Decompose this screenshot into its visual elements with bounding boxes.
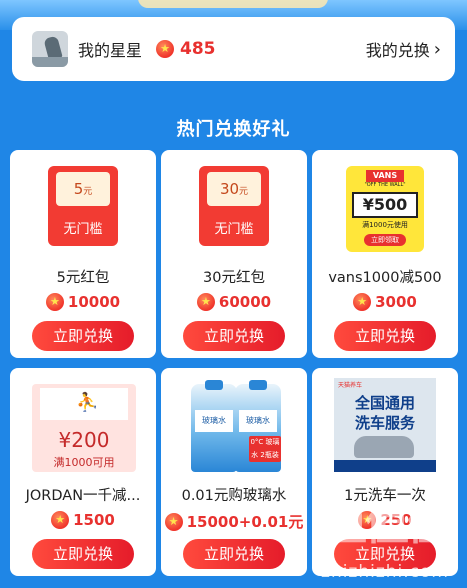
product-name: JORDAN一千减... [25,488,141,504]
product-card[interactable]: 5元 无门槛 5元红包 ★ 10000 立即兑换 [10,150,156,358]
product-card[interactable]: VANS "OFF THE WALL" ¥500 满1000元使用 立即领取 v… [312,150,458,358]
price-value: 15000+0.01元 [186,513,304,531]
redeem-button[interactable]: 立即兑换 [183,539,285,569]
coupon-amount: 30 [219,180,240,198]
banner-line-2: 洗车服务 [354,414,415,432]
coupon-unit: 元 [239,187,249,197]
bottle-image: 玻璃水 [191,380,237,472]
coupon-condition: 满1000元使用 [362,221,408,229]
product-card[interactable]: 玻璃水 玻璃水 0°C 玻璃水 2瓶装 0.01元购玻璃水 ★ 15000+0.… [161,368,307,576]
bottle-label: 玻璃水 [195,410,233,432]
price-value: 60000 [218,293,272,311]
red-envelope-coupon: 5元 无门槛 [48,166,118,246]
product-image: 玻璃水 玻璃水 0°C 玻璃水 2瓶装 [161,368,307,473]
vans-coupon: VANS "OFF THE WALL" ¥500 满1000元使用 立即领取 [346,166,424,252]
product-image: ⛹ ¥200 满1000可用 [10,368,156,473]
redeem-button[interactable]: 立即兑换 [32,321,134,351]
section-title: 热门兑换好礼 [176,119,291,140]
product-badge: 0°C 玻璃水 2瓶装 [249,436,281,462]
star-icon: ★ [196,293,215,311]
top-banner-pill [138,0,328,8]
coupon-condition: 满1000可用 [53,456,115,469]
product-price: ★ 60000 [161,293,307,311]
brand-label: 天猫养车 [338,382,363,389]
price-value: 1500 [73,511,115,529]
product-price: ★ 3000 [312,293,458,311]
product-image: 30元 无门槛 [161,150,307,255]
star-icon: ★ [45,293,64,311]
coupon-amount: 5 [73,180,84,198]
coupon-subtitle: 无门槛 [214,222,254,237]
jordan-coupon: ⛹ ¥200 满1000可用 [32,384,136,472]
star-icon: ★ [164,512,183,531]
watermark-url: zhizhizhi.com [321,562,449,582]
product-name: 5元红包 [56,270,110,286]
coupon-amount: ¥500 [352,192,418,218]
product-image: VANS "OFF THE WALL" ¥500 满1000元使用 立即领取 [312,150,458,255]
bottle-label: 玻璃水 [239,410,277,432]
redeem-button[interactable]: 立即兑换 [32,539,134,569]
product-card[interactable]: 30元 无门槛 30元红包 ★ 60000 立即兑换 [161,150,307,358]
star-icon: ★ [156,40,175,58]
coupon-amount: ¥200 [58,428,110,452]
banner-footer [334,460,436,472]
my-stars-card: 我的星星 ★ 485 我的兑换 › [12,17,455,81]
coupon-subtitle: 无门槛 [63,222,103,237]
vans-logo: VANS [366,170,404,182]
product-image: 天猫养车 全国通用 洗车服务 [312,368,458,473]
stars-count: 485 [180,39,216,59]
product-card[interactable]: ⛹ ¥200 满1000可用 JORDAN一千减... ★ 1500 立即兑换 [10,368,156,576]
banner-line-1: 全国通用 [354,394,415,412]
my-stars-label: 我的星星 [78,41,143,60]
jumpman-logo-icon: ⛹ [76,392,99,413]
carwash-banner: 天猫养车 全国通用 洗车服务 [334,378,436,472]
avatar[interactable] [32,31,68,67]
red-envelope-coupon: 30元 无门槛 [199,166,269,246]
product-name: vans1000减500 [328,270,442,286]
product-price: ★ 10000 [10,293,156,311]
product-name: 30元红包 [203,270,265,286]
vans-tagline: "OFF THE WALL" [364,182,406,188]
coupon-unit: 元 [83,187,93,197]
car-image [354,436,414,458]
coupon-cta: 立即领取 [364,234,406,246]
my-exchange-label: 我的兑换 [365,41,430,60]
chevron-right-icon: › [433,38,441,60]
star-icon: ★ [51,511,70,529]
product-price: ★ 15000+0.01元 [161,511,307,532]
star-icon: ★ [353,293,372,311]
redeem-button[interactable]: 立即兑换 [334,321,436,351]
my-exchange-link[interactable]: 我的兑换 › [366,37,441,61]
stars-balance: ★ 485 [156,39,216,59]
product-price: ★ 1500 [10,511,156,529]
product-image: 5元 无门槛 [10,150,156,255]
redeem-button[interactable]: 立即兑换 [183,321,285,351]
product-name: 0.01元购玻璃水 [181,488,287,504]
price-value: 10000 [67,293,121,311]
price-value: 3000 [375,293,417,311]
watermark: 值值值 [323,499,451,550]
